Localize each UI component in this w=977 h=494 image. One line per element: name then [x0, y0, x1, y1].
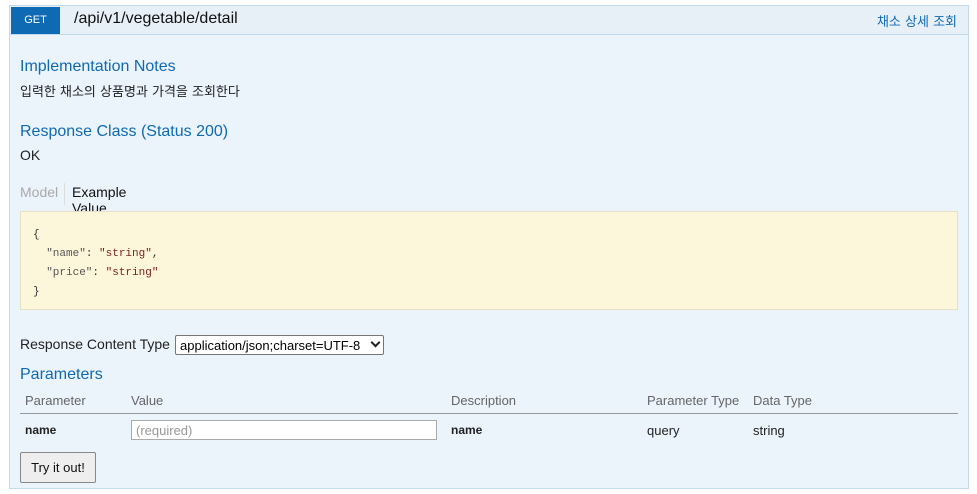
response-content-type-label: Response Content Type — [20, 336, 170, 352]
parameters-heading: Parameters — [20, 366, 103, 383]
column-header-value: Value — [126, 389, 446, 414]
tab-model[interactable]: Model — [20, 184, 58, 200]
column-header-parameter: Parameter — [20, 389, 126, 414]
try-it-out-button[interactable]: Try it out! — [20, 452, 96, 483]
response-content-type-select[interactable]: application/json;charset=UTF-8 — [175, 335, 384, 355]
table-row: name name query string — [20, 414, 958, 447]
param-data-type: string — [753, 422, 785, 438]
json-key: "price" — [46, 267, 93, 279]
column-header-data-type: Data Type — [748, 389, 958, 414]
json-value: "string" — [99, 248, 152, 260]
http-method-badge[interactable]: GET — [11, 7, 60, 34]
response-class-heading: Response Class (Status 200) — [20, 123, 229, 140]
implementation-notes-text: 입력한 채소의 상품명과 가격을 조회한다 — [20, 85, 240, 100]
column-header-description: Description — [446, 389, 642, 414]
json-close-brace: } — [33, 286, 40, 298]
json-key: "name" — [46, 248, 86, 260]
response-class-status: OK — [20, 147, 41, 163]
operation-summary[interactable]: 채소 상세 조회 — [877, 11, 957, 30]
param-type: query — [647, 422, 680, 438]
select-value: application/json;charset=UTF-8 — [180, 338, 361, 353]
parameters-table: Parameter Value Description Parameter Ty… — [20, 389, 958, 446]
column-header-parameter-type: Parameter Type — [642, 389, 748, 414]
endpoint-path-link[interactable]: /api/v1/vegetable/detail — [74, 10, 238, 28]
param-name: name — [25, 423, 57, 437]
implementation-notes-heading: Implementation Notes — [20, 58, 176, 75]
chevron-down-icon — [370, 337, 381, 348]
table-header-row: Parameter Value Description Parameter Ty… — [20, 389, 958, 414]
operation-header[interactable]: GET /api/v1/vegetable/detail 채소 상세 조회 — [10, 6, 968, 35]
param-value-input[interactable] — [131, 420, 437, 440]
tab-divider — [64, 183, 65, 205]
json-comma: , — [151, 248, 159, 260]
param-value-cell — [126, 414, 446, 447]
json-open-brace: { — [33, 229, 40, 241]
example-value-code[interactable]: { "name": "string", "price": "string" } — [20, 211, 958, 310]
param-description: name — [451, 423, 483, 437]
operation-panel: GET /api/v1/vegetable/detail 채소 상세 조회 Im… — [9, 5, 969, 489]
json-value: "string" — [105, 267, 159, 279]
